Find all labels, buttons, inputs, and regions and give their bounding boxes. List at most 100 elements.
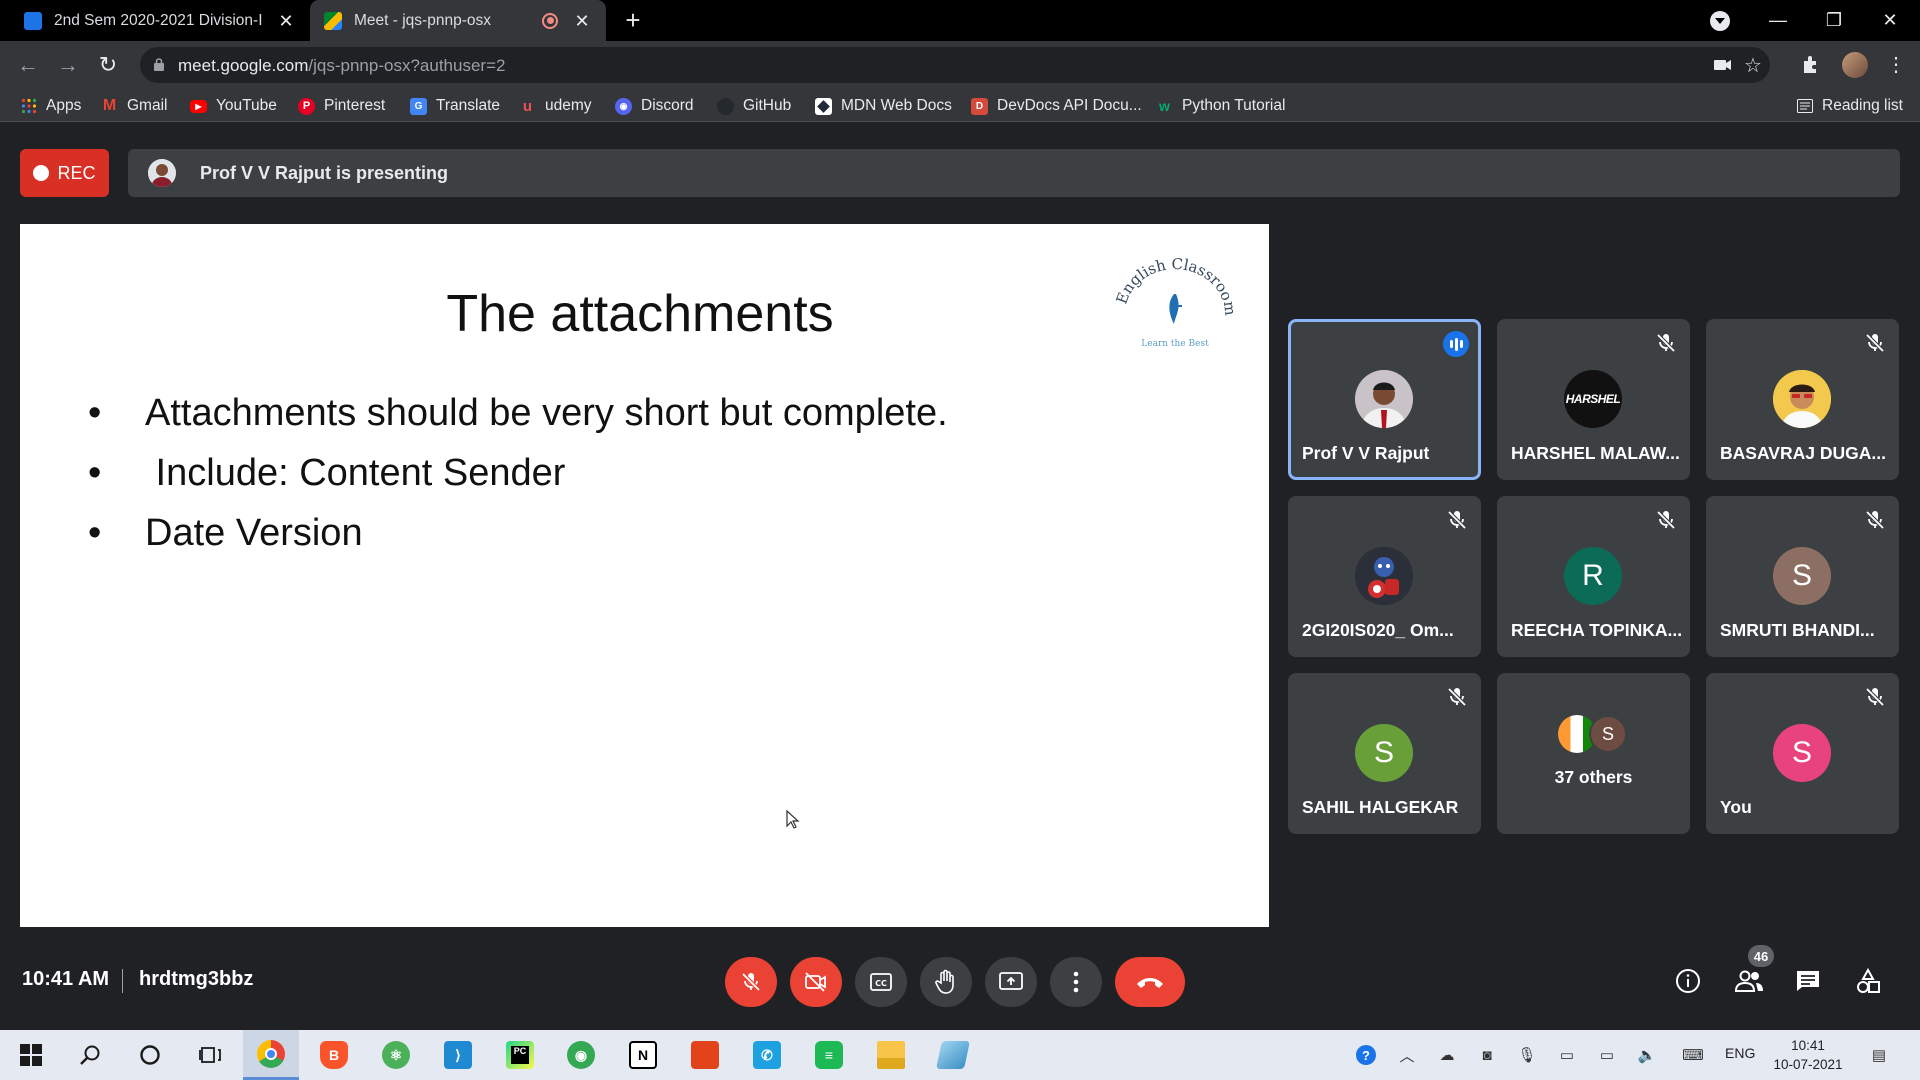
people-button[interactable] (1729, 961, 1769, 1001)
help-icon[interactable]: ? (1355, 1045, 1377, 1065)
meeting-details-button[interactable] (1668, 961, 1708, 1001)
taskbar-notion[interactable]: N (615, 1030, 671, 1080)
onedrive-icon[interactable]: ☁ (1436, 1045, 1458, 1065)
notifications-icon[interactable]: ▤ (1868, 1045, 1890, 1065)
taskbar-pycharm[interactable]: PC (492, 1030, 548, 1080)
forward-button[interactable]: → (52, 49, 84, 81)
info-icon (1676, 969, 1700, 993)
tab-search-icon[interactable] (1710, 11, 1730, 31)
bookmark-udemy[interactable]: u udemy (519, 95, 592, 117)
extensions-icon[interactable] (1800, 53, 1822, 75)
bookmark-label: Apps (46, 97, 82, 114)
notes-icon (936, 1041, 970, 1069)
camera-toggle-button[interactable] (790, 957, 842, 1007)
back-button[interactable]: ← (12, 49, 44, 81)
participant-tile-self[interactable]: S You (1706, 673, 1899, 834)
taskbar-office[interactable] (677, 1030, 733, 1080)
close-tab-icon[interactable]: ✕ (572, 11, 592, 31)
taskbar-maps[interactable]: ◉ (553, 1030, 609, 1080)
cortana-button[interactable] (122, 1030, 178, 1080)
participant-tile[interactable]: S SAHIL HALGEKAR (1288, 673, 1481, 834)
participant-tile[interactable]: Prof V V Rajput (1288, 319, 1481, 480)
task-view-button[interactable] (182, 1030, 238, 1080)
bookmark-label: udemy (545, 97, 592, 114)
battery-icon[interactable]: ▭ (1596, 1045, 1618, 1065)
activities-button[interactable] (1848, 961, 1888, 1001)
taskbar-brave[interactable]: B (306, 1030, 362, 1080)
chat-icon (1797, 971, 1819, 991)
participant-tile[interactable]: S SMRUTI BHANDI... (1706, 496, 1899, 657)
chrome-menu-icon[interactable]: ⋮ (1886, 51, 1906, 79)
taskbar-spotify[interactable]: ≡ (801, 1030, 857, 1080)
start-button[interactable] (3, 1030, 59, 1080)
bookmark-apps[interactable]: Apps (20, 95, 81, 117)
clock-date: 10-07-2021 (1773, 1057, 1843, 1072)
leave-call-button[interactable] (1115, 957, 1185, 1007)
reading-list-label: Reading list (1822, 97, 1903, 114)
chevron-up-icon[interactable]: ︿ (1396, 1045, 1418, 1065)
captions-button[interactable]: CC (855, 957, 907, 1007)
bookmark-gmail[interactable]: M Gmail (101, 95, 168, 117)
participant-avatar: HARSHEL (1564, 370, 1622, 428)
taskbar-file-explorer[interactable] (863, 1030, 919, 1080)
more-options-button[interactable] (1050, 957, 1102, 1007)
bookmark-discord[interactable]: ◉ Discord (615, 95, 694, 117)
input-language[interactable]: ENG (1725, 1045, 1755, 1061)
address-bar[interactable]: meet.google.com/jqs-pnnp-osx?authuser=2 … (140, 47, 1770, 83)
bookmark-youtube[interactable]: ▶ YouTube (190, 95, 277, 117)
present-now-button[interactable] (985, 957, 1037, 1007)
restore-button[interactable]: ❐ (1806, 0, 1862, 41)
volume-icon[interactable]: 🔈 (1636, 1045, 1658, 1065)
record-dot-icon (33, 165, 50, 181)
taskbar-atom[interactable]: ⚛ (368, 1030, 424, 1080)
raise-hand-button[interactable] (920, 957, 972, 1007)
tab-title: 2nd Sem 2020-2021 Division-I (54, 11, 263, 29)
bookmark-pinterest[interactable]: P Pinterest (298, 95, 385, 117)
taskbar-chrome[interactable] (243, 1030, 299, 1080)
mouse-cursor-icon (786, 810, 800, 830)
network-icon[interactable]: ▭ (1556, 1045, 1578, 1065)
minimize-button[interactable]: — (1750, 0, 1806, 41)
bookmark-label: Translate (436, 97, 501, 114)
divider (122, 969, 123, 993)
presenting-banner: Prof V V Rajput is presenting (128, 149, 1900, 197)
profile-avatar[interactable] (1842, 52, 1868, 78)
close-tab-icon[interactable]: ✕ (276, 11, 296, 31)
taskbar-vscode[interactable]: ⟩ (430, 1030, 486, 1080)
tab-meet[interactable]: Meet - jqs-pnnp-osx ✕ (310, 0, 606, 41)
participant-tile[interactable]: 2GI20IS020_ Om... (1288, 496, 1481, 657)
reload-button[interactable]: ↻ (92, 49, 124, 81)
microphone-tray-icon[interactable]: 🎙 (1516, 1045, 1538, 1065)
mic-toggle-button[interactable] (725, 957, 777, 1007)
others-tile[interactable]: S 37 others (1497, 673, 1690, 834)
system-clock[interactable]: 10:41 10-07-2021 (1768, 1036, 1848, 1074)
new-tab-button[interactable]: + (620, 7, 646, 34)
participant-name: 2GI20IS020_ Om... (1302, 620, 1454, 640)
participant-tile[interactable]: HARSHEL HARSHEL MALAW... (1497, 319, 1690, 480)
bookmark-github[interactable]: GitHub (717, 95, 791, 117)
bookmark-translate[interactable]: G Translate (410, 95, 500, 117)
chat-button[interactable] (1788, 961, 1828, 1001)
bookmark-star-icon[interactable]: ☆ (1744, 53, 1762, 78)
taskbar-whatsapp[interactable]: ✆ (739, 1030, 795, 1080)
close-window-button[interactable]: ✕ (1862, 0, 1918, 41)
participant-tile[interactable]: R REECHA TOPINKA... (1497, 496, 1690, 657)
keyboard-icon[interactable]: ⌨ (1678, 1045, 1708, 1065)
bookmark-label: YouTube (216, 97, 277, 114)
tab-classroom[interactable]: 2nd Sem 2020-2021 Division-I ✕ (10, 0, 310, 41)
reading-list-button[interactable]: Reading list (1796, 95, 1903, 117)
bookmark-label: Gmail (127, 97, 168, 114)
url-path: /jqs-pnnp-osx?authuser=2 (308, 56, 506, 75)
camera-in-use-icon[interactable] (1714, 57, 1732, 73)
participant-tile[interactable]: BASAVRAJ DUGA... (1706, 319, 1899, 480)
bookmark-devdocs[interactable]: D DevDocs API Docu... (971, 95, 1142, 117)
participant-avatar: R (1564, 547, 1622, 605)
bookmark-label: DevDocs API Docu... (997, 97, 1142, 114)
bookmark-mdn[interactable]: MDN Web Docs (815, 95, 952, 117)
recording-badge[interactable]: REC (20, 149, 109, 197)
bookmark-python-tutorial[interactable]: w Python Tutorial (1156, 95, 1285, 117)
classroom-icon (24, 11, 42, 30)
camera-tray-icon[interactable]: ◙ (1476, 1045, 1498, 1065)
taskbar-notes[interactable] (925, 1030, 981, 1080)
taskbar-search-button[interactable] (62, 1030, 118, 1080)
